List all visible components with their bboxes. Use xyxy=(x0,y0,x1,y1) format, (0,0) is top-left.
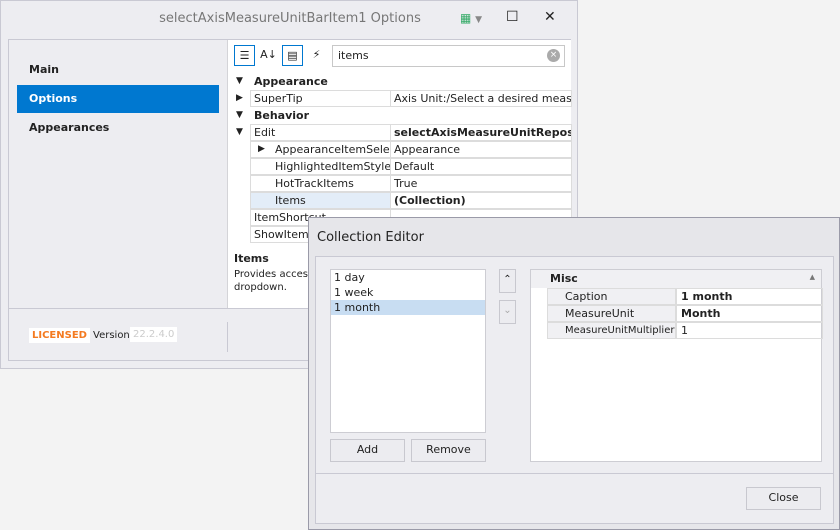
property-value[interactable]: (Collection) xyxy=(390,192,572,209)
nav-main[interactable]: Main xyxy=(17,56,219,84)
property-value[interactable]: True xyxy=(390,175,572,192)
add-button[interactable]: Add xyxy=(330,439,405,462)
categorized-icon[interactable]: ☰ xyxy=(234,45,255,66)
description-text: Provides access dropdown. xyxy=(234,269,314,293)
remove-button[interactable]: Remove xyxy=(411,439,486,462)
property-row[interactable]: AppearanceItemSelected▶ Appearance xyxy=(228,141,572,158)
clear-search-icon[interactable]: × xyxy=(547,49,560,62)
search-value: items xyxy=(338,49,369,62)
events-lightning-icon[interactable]: ⚡ xyxy=(306,45,327,66)
close-icon[interactable]: ✕ xyxy=(544,9,556,25)
description-title: Items xyxy=(234,252,269,265)
list-item-selected[interactable]: 1 month xyxy=(331,300,485,315)
property-value[interactable]: Month xyxy=(676,305,823,322)
collapse-icon[interactable]: ▲ xyxy=(810,273,815,281)
category-behavior[interactable]: Behavior xyxy=(228,107,572,124)
property-value[interactable]: 1 xyxy=(676,322,823,339)
property-name: HotTrackItems xyxy=(250,175,391,192)
property-value[interactable]: selectAxisMeasureUnitReposito xyxy=(390,124,572,141)
items-listbox[interactable]: 1 day 1 week 1 month xyxy=(330,269,486,433)
property-value[interactable]: Default xyxy=(390,158,572,175)
property-name: SuperTip xyxy=(250,90,391,107)
property-name: Items xyxy=(250,192,391,209)
collection-editor-dialog: Collection Editor 1 day 1 week 1 month A… xyxy=(308,217,840,530)
expand-icon[interactable]: ▶ xyxy=(236,90,243,107)
property-name: MeasureUnit xyxy=(547,305,676,322)
window-title: selectAxisMeasureUnitBarItem1 Options xyxy=(159,11,421,26)
collapse-icon[interactable]: ▼ xyxy=(236,107,243,124)
nav-appearances[interactable]: Appearances xyxy=(17,114,219,142)
property-value[interactable]: 1 month xyxy=(676,288,823,305)
search-input[interactable]: items × xyxy=(332,45,565,67)
item-property-grid: Misc ▲ Caption 1 month MeasureUnit Month M… xyxy=(530,269,823,462)
category-misc[interactable]: Misc xyxy=(550,272,578,285)
dialog-title: Collection Editor xyxy=(317,230,424,245)
property-value[interactable]: Axis Unit:/Select a desired measurem xyxy=(390,90,572,107)
collapse-icon[interactable]: ▼ xyxy=(236,124,243,141)
close-button[interactable]: Close xyxy=(746,487,821,510)
category-appearance[interactable]: Appearance xyxy=(228,73,572,90)
property-name: AppearanceItemSelected xyxy=(250,141,391,158)
nav-options[interactable]: Options xyxy=(17,85,219,113)
maximize-icon[interactable]: ☐ xyxy=(506,9,519,25)
version-value: 22.2.4.0 xyxy=(130,327,178,342)
property-row[interactable]: ▼ Edit selectAxisMeasureUnitReposito xyxy=(228,124,572,141)
sort-alpha-icon[interactable]: A↓ xyxy=(258,45,279,66)
collapse-icon[interactable]: ▼ xyxy=(236,73,243,90)
property-row[interactable]: MeasureUnitMultiplier 1 xyxy=(547,322,823,339)
move-down-icon[interactable]: ⌄ xyxy=(499,300,516,324)
property-row[interactable]: Caption 1 month xyxy=(547,288,823,305)
list-item[interactable]: 1 week xyxy=(331,285,485,300)
version-label: Version xyxy=(93,330,130,341)
property-name: HighlightedItemStyle xyxy=(250,158,391,175)
property-row[interactable]: HighlightedItemStyle Default xyxy=(228,158,572,175)
properties-icon[interactable]: ▤ xyxy=(282,45,303,66)
licensed-badge: LICENSED xyxy=(29,328,90,343)
property-name: MeasureUnitMultiplier xyxy=(547,322,676,339)
property-value[interactable]: Appearance xyxy=(390,141,572,158)
skin-palette-icon[interactable]: ▦ ▼ xyxy=(460,11,482,25)
property-name: Caption xyxy=(547,288,676,305)
expand-icon[interactable]: ▶ xyxy=(258,141,265,158)
property-row[interactable]: HotTrackItems True xyxy=(228,175,572,192)
list-item[interactable]: 1 day xyxy=(331,270,485,285)
move-up-icon[interactable]: ⌃ xyxy=(499,269,516,293)
property-name: Edit xyxy=(250,124,391,141)
property-row[interactable]: ▶ SuperTip Axis Unit:/Select a desired mea… xyxy=(228,90,572,107)
property-row[interactable]: MeasureUnit Month xyxy=(547,305,823,322)
property-row-selected[interactable]: Items (Collection) xyxy=(228,192,572,209)
